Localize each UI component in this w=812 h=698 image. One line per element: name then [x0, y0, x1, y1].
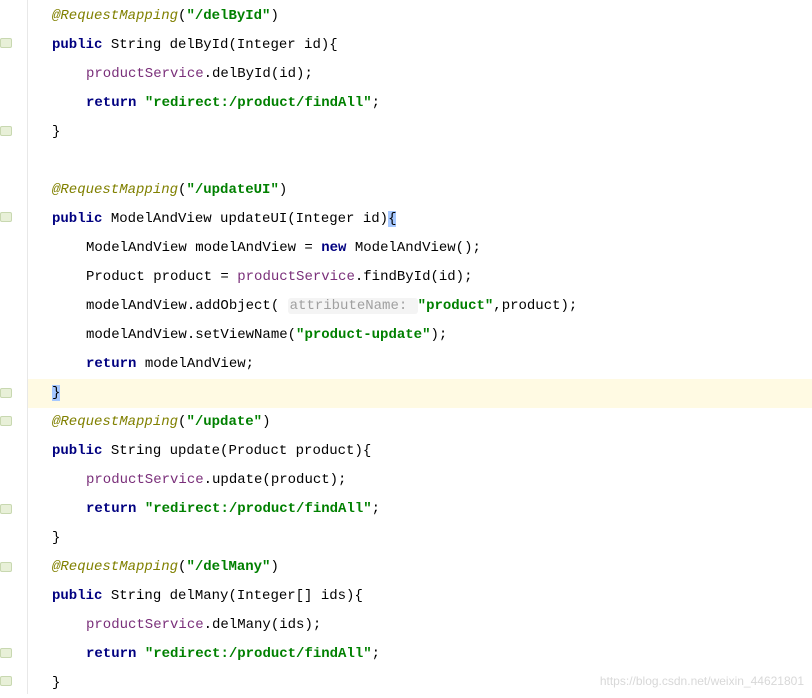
code-line[interactable]: ModelAndView modelAndView = new ModelAnd… [28, 234, 812, 263]
code-line[interactable]: Product product = productService.findByI… [28, 263, 812, 292]
code-line[interactable]: public String delById(Integer id){ [28, 31, 812, 60]
gutter-mark-icon [0, 562, 12, 572]
keyword: return [86, 95, 136, 111]
field-ref: productService [86, 617, 204, 633]
code-text: .findById(id); [355, 269, 473, 285]
space [136, 95, 144, 111]
code-text: modelAndView; [136, 356, 254, 372]
code-line[interactable]: return "redirect:/product/findAll"; [28, 495, 812, 524]
string-literal: "/delById" [186, 8, 270, 24]
code-line[interactable]: return modelAndView; [28, 350, 812, 379]
string-literal: "redirect:/product/findAll" [145, 646, 372, 662]
code-text: .delById(id); [204, 66, 313, 82]
code-text: ModelAndView(); [346, 240, 480, 256]
keyword: return [86, 356, 136, 372]
gutter-mark-icon [0, 416, 12, 426]
code-editor[interactable]: @RequestMapping("/delById") public Strin… [28, 0, 812, 694]
inlay-hint: attributeName: [288, 298, 418, 314]
string-literal: "/update" [186, 414, 262, 430]
code-text: .delMany(ids); [204, 617, 322, 633]
paren: ) [270, 8, 278, 24]
string-literal: "redirect:/product/findAll" [145, 501, 372, 517]
annotation: @RequestMapping [52, 559, 178, 575]
field-ref: productService [86, 66, 204, 82]
code-text: String delById(Integer id){ [102, 37, 337, 53]
code-line[interactable]: productService.delById(id); [28, 60, 812, 89]
code-text: modelAndView.addObject( [86, 298, 288, 314]
field-ref: productService [86, 472, 204, 488]
code-text: String update(Product product){ [102, 443, 371, 459]
gutter-mark-icon [0, 676, 12, 686]
code-line[interactable]: return "redirect:/product/findAll"; [28, 89, 812, 118]
keyword: public [52, 211, 102, 227]
code-text: ); [430, 327, 447, 343]
code-text: .update(product); [204, 472, 347, 488]
gutter-mark-icon [0, 38, 12, 48]
code-line[interactable]: productService.update(product); [28, 466, 812, 495]
brace: } [52, 675, 60, 691]
code-line[interactable]: @RequestMapping("/updateUI") [28, 176, 812, 205]
code-line[interactable]: return "redirect:/product/findAll"; [28, 640, 812, 669]
field-ref: productService [237, 269, 355, 285]
annotation: @RequestMapping [52, 8, 178, 24]
gutter-mark-icon [0, 212, 12, 222]
string-literal: "/delMany" [186, 559, 270, 575]
code-line[interactable]: public ModelAndView updateUI(Integer id)… [28, 205, 812, 234]
code-text: ModelAndView updateUI(Integer id) [102, 211, 388, 227]
code-line[interactable]: productService.delMany(ids); [28, 611, 812, 640]
code-line[interactable]: } [28, 118, 812, 147]
semicolon: ; [372, 95, 380, 111]
paren: ) [270, 559, 278, 575]
code-line-current[interactable]: } [28, 379, 812, 408]
code-text: ModelAndView modelAndView = [86, 240, 321, 256]
keyword: public [52, 443, 102, 459]
keyword: return [86, 646, 136, 662]
code-line[interactable]: modelAndView.addObject( attributeName: "… [28, 292, 812, 321]
code-text: Product product = [86, 269, 237, 285]
string-literal: "product-update" [296, 327, 430, 343]
code-text: String delMany(Integer[] ids){ [102, 588, 362, 604]
code-line[interactable]: @RequestMapping("/update") [28, 408, 812, 437]
paren: ) [279, 182, 287, 198]
code-line[interactable]: modelAndView.setViewName("product-update… [28, 321, 812, 350]
keyword: public [52, 588, 102, 604]
gutter-mark-icon [0, 126, 12, 136]
keyword: new [321, 240, 346, 256]
code-line[interactable]: public String delMany(Integer[] ids){ [28, 582, 812, 611]
annotation: @RequestMapping [52, 414, 178, 430]
editor-gutter [0, 0, 28, 694]
semicolon: ; [372, 501, 380, 517]
string-literal: "product" [418, 298, 494, 314]
semicolon: ; [372, 646, 380, 662]
code-line[interactable]: @RequestMapping("/delMany") [28, 553, 812, 582]
string-literal: "redirect:/product/findAll" [145, 95, 372, 111]
code-line[interactable]: @RequestMapping("/delById") [28, 2, 812, 31]
gutter-mark-icon [0, 388, 12, 398]
brace: } [52, 124, 60, 140]
space [136, 646, 144, 662]
code-text: ,product); [493, 298, 577, 314]
gutter-mark-icon [0, 504, 12, 514]
space [136, 501, 144, 517]
code-line[interactable]: } [28, 524, 812, 553]
keyword: return [86, 501, 136, 517]
code-line-empty[interactable] [28, 147, 812, 176]
code-text: modelAndView.setViewName( [86, 327, 296, 343]
keyword: public [52, 37, 102, 53]
brace-selected: } [52, 385, 60, 401]
annotation: @RequestMapping [52, 182, 178, 198]
brace: } [52, 530, 60, 546]
code-line[interactable]: public String update(Product product){ [28, 437, 812, 466]
gutter-mark-icon [0, 648, 12, 658]
string-literal: "/updateUI" [186, 182, 278, 198]
paren: ) [262, 414, 270, 430]
brace-selected: { [388, 211, 396, 227]
